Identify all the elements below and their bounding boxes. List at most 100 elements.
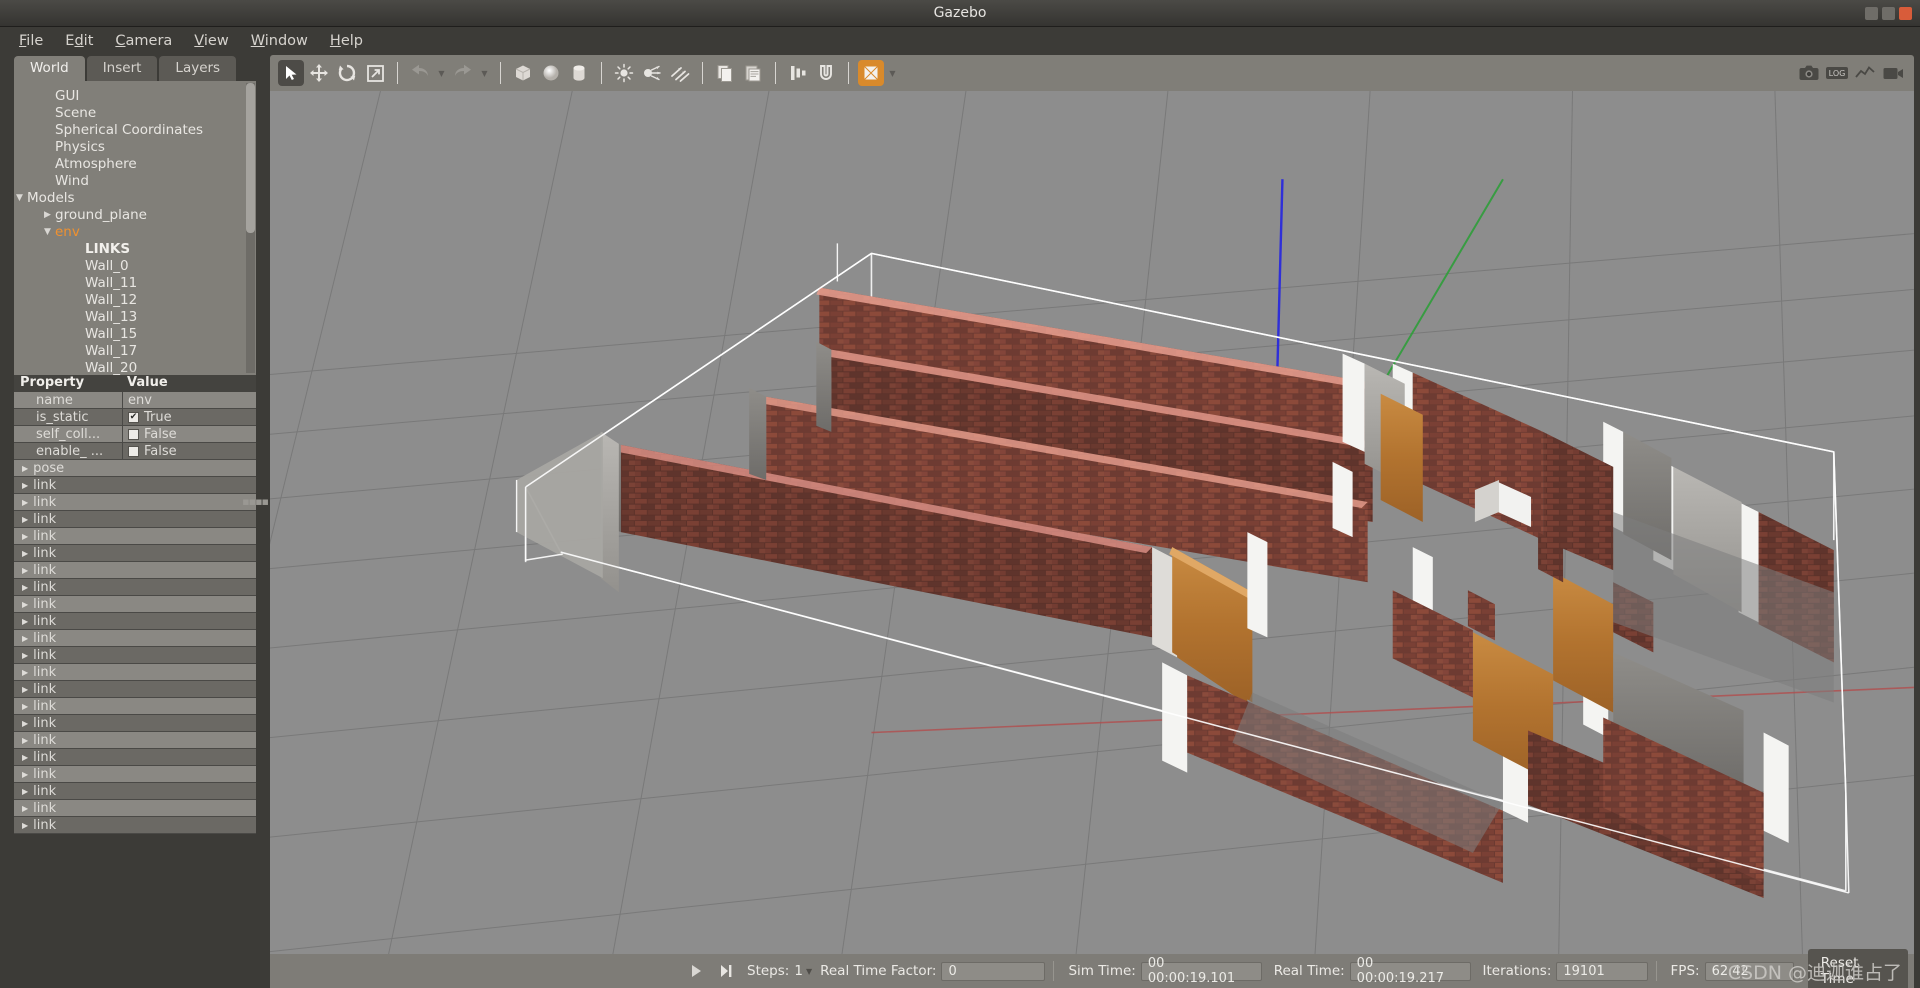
cylinder-icon[interactable]: [566, 60, 592, 86]
panel-resize-grip[interactable]: ▪▪▪▪: [242, 495, 269, 508]
property-row[interactable]: ▶ link: [14, 494, 256, 511]
property-row[interactable]: ▶ link: [14, 732, 256, 749]
property-row[interactable]: ▶ pose: [14, 460, 256, 477]
property-row[interactable]: ▶ link: [14, 817, 256, 834]
chevron-right-icon[interactable]: ▶: [22, 515, 28, 524]
play-icon[interactable]: [682, 956, 712, 986]
step-forward-icon[interactable]: [711, 956, 741, 986]
video-record-icon[interactable]: [1880, 60, 1906, 86]
chevron-right-icon[interactable]: ▶: [22, 566, 28, 575]
chevron-right-icon[interactable]: ▶: [22, 787, 28, 796]
tree-item-wall-20[interactable]: Wall_20: [14, 359, 256, 376]
tree-item-wall-17[interactable]: Wall_17: [14, 342, 256, 359]
menu-help[interactable]: Help: [321, 29, 372, 53]
chevron-right-icon[interactable]: ▶: [22, 532, 28, 541]
tree-item-wall-0[interactable]: Wall_0: [14, 257, 256, 274]
property-row[interactable]: enable_ ... False: [14, 442, 256, 460]
scale-icon[interactable]: [362, 60, 388, 86]
tree-item-ground-plane[interactable]: ▶ ground_plane: [14, 206, 256, 223]
undo-icon[interactable]: [407, 60, 433, 86]
property-row[interactable]: ▶ link: [14, 664, 256, 681]
directional-light-icon[interactable]: [667, 60, 693, 86]
tree-item-wall-12[interactable]: Wall_12: [14, 291, 256, 308]
chevron-right-icon[interactable]: ▶: [22, 464, 28, 473]
chevron-right-icon[interactable]: ▶: [22, 600, 28, 609]
tree-item-atmosphere[interactable]: Atmosphere: [14, 155, 256, 172]
menu-camera[interactable]: Camera: [106, 29, 181, 53]
chevron-right-icon[interactable]: ▶: [22, 634, 28, 643]
tree-item-gui[interactable]: GUI: [14, 87, 256, 104]
property-row[interactable]: ▶ link: [14, 613, 256, 630]
view-angle-dropdown-caret-icon[interactable]: ▼: [886, 60, 899, 86]
steps-value[interactable]: 1: [794, 963, 803, 979]
point-light-icon[interactable]: [611, 60, 637, 86]
checkbox-unchecked-icon[interactable]: [128, 428, 139, 440]
tree-item-env[interactable]: ▼ env: [14, 223, 256, 240]
checkbox-unchecked-icon[interactable]: [128, 445, 139, 457]
minimize-button[interactable]: [1865, 7, 1878, 20]
tree-scrollbar-thumb[interactable]: [246, 83, 255, 233]
chevron-down-icon[interactable]: ▼: [42, 227, 53, 237]
tab-layers[interactable]: Layers: [159, 56, 237, 81]
tab-insert[interactable]: Insert: [86, 56, 158, 81]
spot-light-icon[interactable]: [639, 60, 665, 86]
copy-icon[interactable]: [712, 60, 738, 86]
align-icon[interactable]: [785, 60, 811, 86]
property-row[interactable]: ▶ link: [14, 528, 256, 545]
chevron-down-icon[interactable]: ▼: [14, 193, 25, 203]
property-row[interactable]: ▶ link: [14, 800, 256, 817]
property-row[interactable]: ▶ link: [14, 545, 256, 562]
property-row[interactable]: ▶ link: [14, 511, 256, 528]
close-button[interactable]: [1899, 7, 1912, 20]
tree-item-physics[interactable]: Physics: [14, 138, 256, 155]
render-viewport[interactable]: [270, 91, 1914, 954]
redo-icon[interactable]: [450, 60, 476, 86]
chevron-right-icon[interactable]: ▶: [22, 617, 28, 626]
tree-scrollbar[interactable]: [246, 83, 255, 373]
screenshot-camera-icon[interactable]: [1796, 60, 1822, 86]
property-row[interactable]: ▶ link: [14, 477, 256, 494]
chevron-right-icon[interactable]: ▶: [22, 753, 28, 762]
chevron-right-icon[interactable]: ▶: [22, 549, 28, 558]
menu-window[interactable]: Window: [242, 29, 317, 53]
chevron-right-icon[interactable]: ▶: [22, 481, 28, 490]
translate-move-icon[interactable]: [306, 60, 332, 86]
property-row[interactable]: ▶ link: [14, 715, 256, 732]
redo-dropdown-caret-icon[interactable]: ▼: [478, 60, 491, 86]
menu-file[interactable]: File: [10, 29, 52, 53]
chevron-right-icon[interactable]: ▶: [22, 702, 28, 711]
tree-item-wall-13[interactable]: Wall_13: [14, 308, 256, 325]
property-row[interactable]: ▶ link: [14, 698, 256, 715]
property-row[interactable]: ▶ link: [14, 579, 256, 596]
chevron-right-icon[interactable]: ▶: [22, 685, 28, 694]
undo-dropdown-caret-icon[interactable]: ▼: [435, 60, 448, 86]
chevron-right-icon[interactable]: ▶: [22, 498, 28, 507]
property-row[interactable]: is_static ✔ True: [14, 408, 256, 426]
chevron-right-icon[interactable]: ▶: [22, 736, 28, 745]
tree-item-scene[interactable]: Scene: [14, 104, 256, 121]
chevron-right-icon[interactable]: ▶: [22, 583, 28, 592]
menu-edit[interactable]: Edit: [56, 29, 102, 53]
chevron-right-icon[interactable]: ▶: [22, 804, 28, 813]
property-row[interactable]: ▶ link: [14, 749, 256, 766]
tree-item-models[interactable]: ▼ Models: [14, 189, 256, 206]
tree-item-wall-15[interactable]: Wall_15: [14, 325, 256, 342]
plot-icon[interactable]: [1852, 60, 1878, 86]
view-angle-icon[interactable]: [858, 60, 884, 86]
property-row[interactable]: ▶ link: [14, 783, 256, 800]
snap-icon[interactable]: [813, 60, 839, 86]
tree-item-links[interactable]: LINKS: [14, 240, 256, 257]
maximize-button[interactable]: [1882, 7, 1895, 20]
tree-item-wind[interactable]: Wind: [14, 172, 256, 189]
property-row[interactable]: self_coll... False: [14, 425, 256, 443]
tree-item-wall-11[interactable]: Wall_11: [14, 274, 256, 291]
chevron-right-icon[interactable]: ▶: [22, 651, 28, 660]
property-row[interactable]: ▶ link: [14, 630, 256, 647]
checkbox-checked-icon[interactable]: ✔: [128, 411, 139, 423]
log-record-icon[interactable]: LOG: [1824, 60, 1850, 86]
sphere-icon[interactable]: [538, 60, 564, 86]
tree-item-spherical-coordinates[interactable]: Spherical Coordinates: [14, 121, 256, 138]
chevron-right-icon[interactable]: ▶: [22, 821, 28, 830]
paste-icon[interactable]: [740, 60, 766, 86]
box-icon[interactable]: [510, 60, 536, 86]
